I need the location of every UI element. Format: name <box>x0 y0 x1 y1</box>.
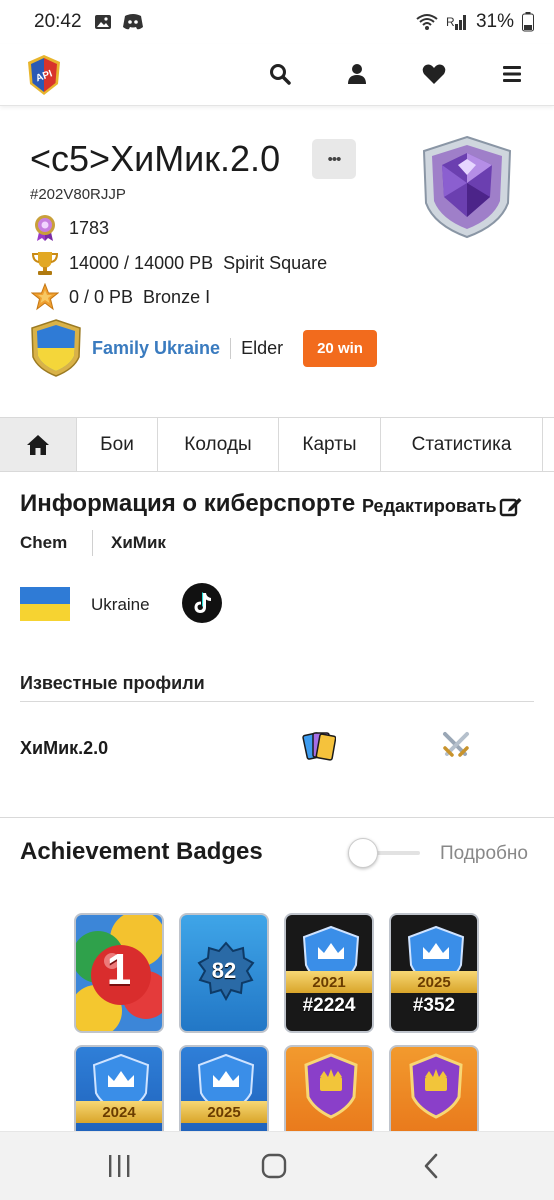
arena-name: Spirit Square <box>223 252 328 273</box>
gallery-icon <box>94 15 111 29</box>
clan-role: Elder <box>241 337 284 358</box>
signal-icon: R <box>446 15 466 30</box>
ladder-value: 0 / 0 PB <box>69 286 134 307</box>
top-navbar: API <box>0 44 554 106</box>
edit-button[interactable]: Редактировать <box>362 495 523 517</box>
esports-heading: Информация о киберспорте <box>20 490 356 517</box>
tab-statistics[interactable]: Статистика <box>381 418 543 471</box>
badge-item[interactable]: 2021 #2224 <box>284 913 374 1033</box>
trophies-value: 14000 / 14000 PB <box>69 252 214 273</box>
badge-rank: #2224 <box>302 995 356 1016</box>
esports-team: Chem <box>20 533 68 552</box>
search-icon[interactable] <box>266 60 294 88</box>
discord-icon <box>122 14 143 30</box>
tab-cards-label: Карты <box>302 433 357 455</box>
trophy-icon <box>30 248 60 278</box>
clan-badge-icon[interactable] <box>30 319 82 377</box>
achievement-badges-heading: Achievement Badges <box>20 838 263 865</box>
tab-decks[interactable]: Колоды <box>158 418 279 471</box>
back-icon[interactable] <box>418 1152 444 1180</box>
badge-item[interactable]: 2024 <box>74 1045 164 1145</box>
tab-cards[interactable]: Карты <box>279 418 381 471</box>
edit-label: Редактировать <box>362 495 497 516</box>
tab-statistics-label: Статистика <box>411 433 512 455</box>
tiktok-icon[interactable] <box>182 583 222 623</box>
home-nav-icon[interactable] <box>261 1152 287 1180</box>
known-profile-name[interactable]: ХиМик.2.0 <box>20 738 108 759</box>
known-profiles-heading: Известные профили <box>20 673 205 693</box>
ladder-league: Bronze I <box>143 286 211 307</box>
cards-icon[interactable] <box>302 729 336 763</box>
more-options-label: ••• <box>327 150 342 168</box>
detailed-toggle[interactable] <box>348 838 420 868</box>
edit-icon <box>499 498 522 517</box>
trophy-road-row: 1783 <box>30 213 109 243</box>
ukraine-flag-icon <box>20 587 70 621</box>
ladder-star-icon <box>30 282 60 312</box>
status-time: 20:42 <box>34 11 82 32</box>
badge-year: 2024 <box>76 1101 162 1123</box>
badge-item[interactable] <box>284 1045 374 1145</box>
ladder-row: 0 / 0 PB Bronze I <box>30 282 210 312</box>
badge-level: 82 <box>211 958 237 983</box>
site-logo[interactable]: API <box>26 54 62 96</box>
tab-decks-label: Колоды <box>184 433 252 455</box>
battle-swords-icon[interactable] <box>440 729 472 761</box>
tab-battles[interactable]: Бои <box>77 418 158 471</box>
more-options-button[interactable]: ••• <box>312 139 356 179</box>
clan-name-link[interactable]: Family Ukraine <box>92 337 232 359</box>
user-icon[interactable] <box>343 60 371 88</box>
trophies-row: 14000 / 14000 PB Spirit Square <box>30 248 327 278</box>
recent-apps-icon[interactable] <box>106 1152 132 1180</box>
badge-item[interactable]: 2025 <box>179 1045 269 1145</box>
detailed-toggle-label: Подробно <box>440 843 528 864</box>
clan-row: Family Ukraine Elder 20 win <box>30 319 377 377</box>
badge-year: 2025 <box>181 1101 267 1123</box>
menu-icon[interactable] <box>498 60 526 88</box>
tab-battles-label: Бои <box>100 433 134 455</box>
badge-item[interactable]: 2025 #352 <box>389 913 479 1033</box>
svg-text:R: R <box>446 15 455 29</box>
heart-icon[interactable] <box>420 60 448 88</box>
battery-percent: 31% <box>475 11 514 32</box>
badge-rank: #352 <box>412 995 456 1016</box>
android-navigation-bar <box>0 1131 554 1200</box>
esports-country: Ukraine <box>91 595 150 614</box>
badge-item[interactable]: 82 <box>179 913 269 1033</box>
league-badge-icon <box>422 135 512 239</box>
player-tag: #202V80RJJP <box>30 186 126 203</box>
badge-number: 1 <box>106 945 132 994</box>
player-name: <c5>ХиМик.2.0 <box>30 138 281 179</box>
profile-tabs: Бои Колоды Карты Статистика <box>0 417 554 472</box>
trophy-road-value: 1783 <box>69 217 110 238</box>
win-streak-badge: 20 win <box>303 329 377 367</box>
battery-icon <box>522 12 534 32</box>
path-of-legends-icon <box>30 213 60 243</box>
wifi-icon <box>416 14 438 30</box>
status-bar: 20:42 R 31% <box>0 0 554 44</box>
badge-year: 2021 <box>286 971 372 993</box>
esports-nickname: ХиМик <box>111 533 166 552</box>
badge-year: 2025 <box>391 971 477 993</box>
badge-item[interactable] <box>389 1045 479 1145</box>
tab-home[interactable] <box>0 418 77 471</box>
home-icon <box>27 434 49 455</box>
badge-item[interactable]: 1 <box>74 913 164 1033</box>
